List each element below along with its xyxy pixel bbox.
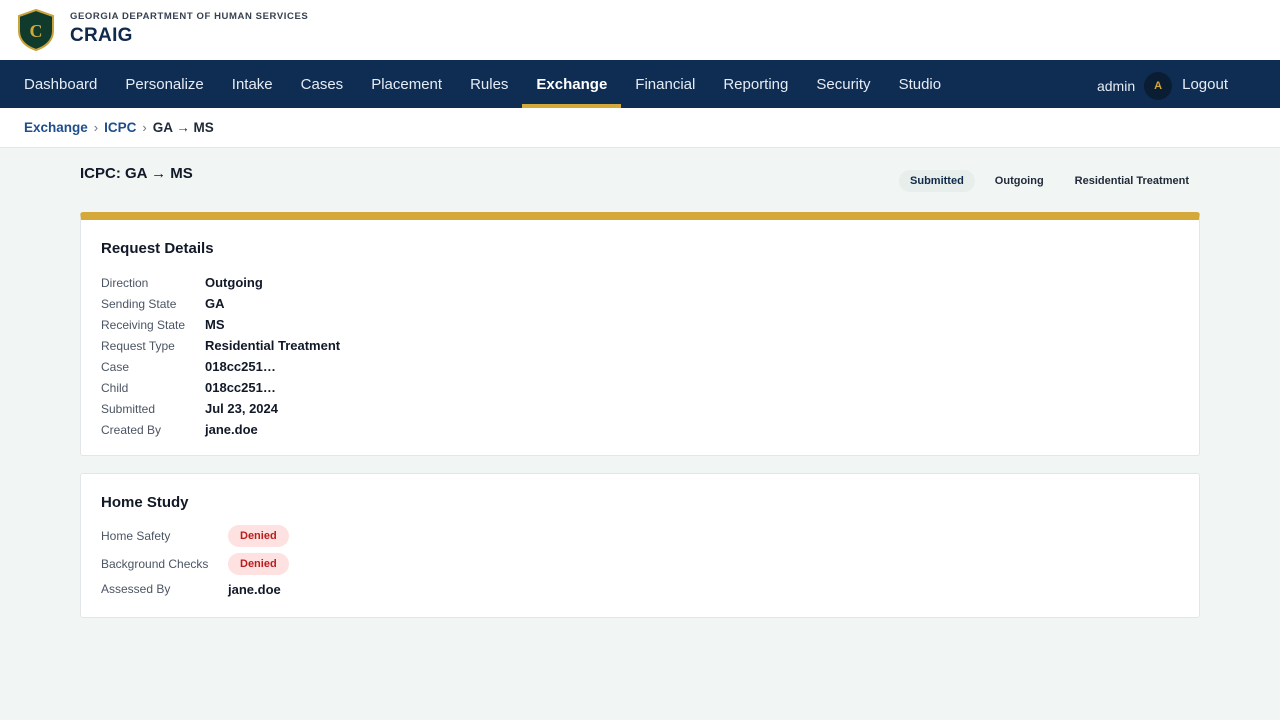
breadcrumb-separator: › — [142, 120, 147, 135]
assessed-by-row: Assessed By jane.doe — [101, 578, 1179, 600]
nav-item-rules[interactable]: Rules — [456, 60, 522, 108]
home-study-title: Home Study — [101, 494, 189, 511]
nav-item-reporting[interactable]: Reporting — [709, 60, 802, 108]
app-header: C GEORGIA DEPARTMENT OF HUMAN SERVICES C… — [0, 0, 1280, 60]
main-content: ICPC: GA → MS Submitted Outgoing Residen… — [0, 148, 1280, 618]
detail-label: Request Type — [101, 338, 175, 353]
avatar[interactable]: A — [1144, 71, 1173, 100]
detail-label: Created By — [101, 422, 162, 437]
nav-item-studio[interactable]: Studio — [885, 60, 956, 108]
detail-value: jane.doe — [205, 422, 258, 437]
nav-item-exchange[interactable]: Exchange — [522, 60, 622, 108]
detail-row-child: Child 018cc251… — [101, 377, 1179, 398]
detail-row-submitted: Submitted Jul 23, 2024 — [101, 398, 1179, 419]
status-badge: Submitted — [899, 170, 975, 192]
detail-value: MS — [205, 317, 225, 332]
breadcrumb-exchange[interactable]: Exchange — [24, 120, 88, 135]
detail-label: Child — [101, 380, 129, 395]
home-safety-row: Home Safety Denied — [101, 525, 1179, 547]
detail-row-receiving-state: Receiving State MS — [101, 314, 1179, 335]
breadcrumb-separator: › — [93, 120, 99, 135]
assessed-by-label: Assessed By — [101, 582, 171, 596]
detail-value: Jul 23, 2024 — [205, 401, 278, 416]
user-menu: admin A Logout — [1097, 60, 1228, 108]
assessed-by-value: jane.doe — [228, 581, 281, 597]
svg-text:C: C — [30, 21, 43, 41]
background-checks-label: Background Checks — [101, 557, 209, 571]
nav-item-security[interactable]: Security — [802, 60, 884, 108]
request-details-card: Request Details Direction Outgoing Sendi… — [80, 212, 1200, 456]
detail-label: Direction — [101, 275, 149, 290]
request-type-chip: Residential Treatment — [1074, 175, 1189, 187]
detail-value: Residential Treatment — [205, 338, 341, 353]
home-safety-label: Home Safety — [101, 529, 171, 543]
nav-item-financial[interactable]: Financial — [621, 60, 709, 108]
detail-value: Outgoing — [205, 275, 263, 290]
detail-label: Receiving State — [101, 317, 186, 332]
request-chips: Submitted Outgoing Residential Treatment — [890, 170, 1200, 192]
breadcrumb-current: GA → MS — [152, 120, 214, 135]
nav-item-intake[interactable]: Intake — [218, 60, 287, 108]
detail-label: Submitted — [101, 401, 156, 416]
page-header: ICPC: GA → MS Submitted Outgoing Residen… — [80, 148, 1200, 212]
background-checks-status-badge: Denied — [228, 553, 289, 575]
child-id-value[interactable]: 018cc251… — [205, 380, 276, 395]
username: admin — [1096, 77, 1136, 94]
page-title: ICPC: GA → MS — [80, 165, 193, 182]
nav-item-personalize[interactable]: Personalize — [111, 60, 217, 108]
shield-logo-icon[interactable]: C — [17, 9, 55, 51]
home-study-card: Home Study Home Safety Denied Background… — [80, 473, 1200, 618]
logout-link[interactable]: Logout — [1182, 76, 1228, 93]
breadcrumb: Exchange › ICPC › GA → MS — [0, 108, 1280, 148]
breadcrumb-icpc[interactable]: ICPC — [104, 120, 136, 135]
detail-row-request-type: Request Type Residential Treatment — [101, 335, 1179, 356]
detail-value: GA — [205, 296, 225, 311]
org-name: GEORGIA DEPARTMENT OF HUMAN SERVICES — [70, 11, 309, 22]
main-nav: Dashboard Personalize Intake Cases Place… — [0, 60, 1280, 108]
home-safety-status-badge: Denied — [228, 525, 289, 547]
detail-row-created-by: Created By jane.doe — [101, 419, 1179, 440]
case-id-value[interactable]: 018cc251… — [205, 359, 276, 374]
nav-item-placement[interactable]: Placement — [357, 60, 456, 108]
detail-label: Case — [101, 359, 130, 374]
detail-label: Sending State — [101, 296, 177, 311]
nav-item-dashboard[interactable]: Dashboard — [10, 60, 111, 108]
detail-row-direction: Direction Outgoing — [101, 272, 1179, 293]
nav-items: Dashboard Personalize Intake Cases Place… — [0, 60, 955, 108]
background-checks-row: Background Checks Denied — [101, 553, 1179, 575]
detail-row-sending-state: Sending State GA — [101, 293, 1179, 314]
request-details-title: Request Details — [101, 240, 214, 257]
direction-chip: Outgoing — [994, 175, 1044, 187]
detail-row-case: Case 018cc251… — [101, 356, 1179, 377]
brand-block: GEORGIA DEPARTMENT OF HUMAN SERVICES CRA… — [70, 11, 309, 47]
app-name[interactable]: CRAIG — [70, 25, 308, 47]
nav-item-cases[interactable]: Cases — [287, 60, 358, 108]
